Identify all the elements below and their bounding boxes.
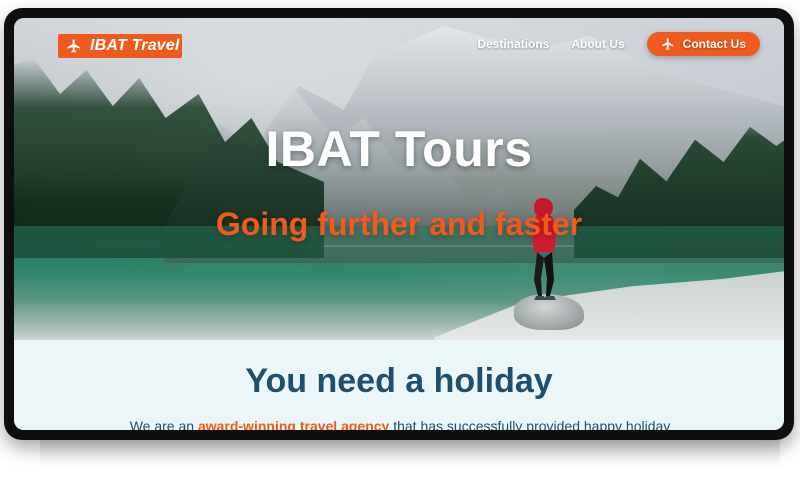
top-nav: Destinations About Us Contact Us <box>477 32 760 56</box>
nav-destinations[interactable]: Destinations <box>477 37 549 51</box>
intro-text-before: We are an <box>129 418 195 430</box>
contact-button-label: Contact Us <box>682 37 746 51</box>
nav-about-us[interactable]: About Us <box>571 37 624 51</box>
brand-logo[interactable]: IBAT Travel <box>58 34 182 58</box>
device-frame: IBAT Travel Destinations About Us Contac… <box>4 8 794 440</box>
hiker-figure <box>532 198 556 300</box>
intro-paragraph: We are an award-winning travel agency th… <box>110 416 690 430</box>
intro-heading: You need a holiday <box>245 362 553 400</box>
contact-button[interactable]: Contact Us <box>646 32 760 56</box>
award-winning-link[interactable]: award-winning travel agency <box>197 418 390 430</box>
airplane-icon <box>66 38 82 54</box>
hero-title: IBAT Tours <box>265 121 533 177</box>
browser-viewport: IBAT Travel Destinations About Us Contac… <box>14 18 784 430</box>
hero-subtitle: Going further and faster <box>215 206 583 242</box>
brand-name: IBAT Travel <box>90 37 180 54</box>
intro-section: You need a holiday We are an award-winni… <box>14 340 784 430</box>
hero-section: IBAT Travel Destinations About Us Contac… <box>14 18 784 340</box>
airplane-icon <box>661 37 675 51</box>
